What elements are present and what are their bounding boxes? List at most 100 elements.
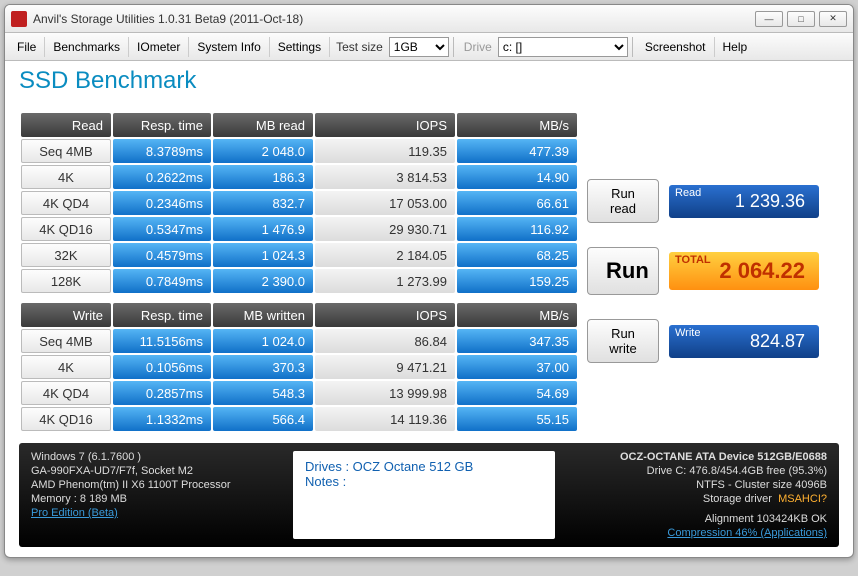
write-hdr-iops: IOPS bbox=[315, 303, 455, 327]
footer-cpu: AMD Phenom(tm) II X6 1100T Processor bbox=[31, 479, 281, 491]
cell-mb: 370.3 bbox=[213, 355, 313, 379]
cell-iops: 13 999.98 bbox=[315, 381, 455, 405]
footer-mobo: GA-990FXA-UD7/F7f, Socket M2 bbox=[31, 465, 281, 477]
table-row-label: 4K bbox=[21, 165, 111, 189]
read-score-box: Read 1 239.36 bbox=[669, 185, 819, 218]
header: SSD Benchmark bbox=[5, 61, 853, 105]
write-hdr-label: Write bbox=[21, 303, 111, 327]
write-score-value: 824.87 bbox=[683, 331, 805, 352]
window-title: Anvil's Storage Utilities 1.0.31 Beta9 (… bbox=[33, 12, 303, 26]
total-score-box: TOTAL 2 064.22 bbox=[669, 252, 819, 290]
cell-rt: 0.4579ms bbox=[113, 243, 211, 267]
write-hdr-rt: Resp. time bbox=[113, 303, 211, 327]
cell-rt: 11.5156ms bbox=[113, 329, 211, 353]
cell-iops: 17 053.00 bbox=[315, 191, 455, 215]
close-button[interactable]: ✕ bbox=[819, 11, 847, 27]
read-hdr-mbs: MB/s bbox=[457, 113, 577, 137]
footer-os: Windows 7 (6.1.7600 ) bbox=[31, 451, 281, 463]
drive-select[interactable]: c: [] bbox=[498, 37, 628, 57]
cell-mbs: 116.92 bbox=[457, 217, 577, 241]
footer-driver-line: Storage driver MSAHCI? bbox=[567, 493, 827, 505]
cell-rt: 0.1056ms bbox=[113, 355, 211, 379]
table-row-label: Seq 4MB bbox=[21, 329, 111, 353]
footer: Windows 7 (6.1.7600 ) GA-990FXA-UD7/F7f,… bbox=[19, 443, 839, 547]
write-score-box: Write 824.87 bbox=[669, 325, 819, 358]
titlebar[interactable]: Anvil's Storage Utilities 1.0.31 Beta9 (… bbox=[5, 5, 853, 33]
write-table: Write Resp. time MB written IOPS MB/s Se… bbox=[19, 301, 579, 433]
notes-notes: Notes : bbox=[305, 474, 543, 489]
table-row-label: 4K QD4 bbox=[21, 381, 111, 405]
menubar: File Benchmarks IOmeter System Info Sett… bbox=[5, 33, 853, 61]
sidebar: Run read Read 1 239.36 Run TOTAL 2 064.2… bbox=[587, 111, 819, 433]
menu-help[interactable]: Help bbox=[715, 37, 756, 57]
table-row-label: Seq 4MB bbox=[21, 139, 111, 163]
run-read-button[interactable]: Run read bbox=[587, 179, 659, 223]
cell-mbs: 55.15 bbox=[457, 407, 577, 431]
cell-mb: 1 024.0 bbox=[213, 329, 313, 353]
cell-iops: 3 814.53 bbox=[315, 165, 455, 189]
cell-iops: 86.84 bbox=[315, 329, 455, 353]
cell-rt: 8.3789ms bbox=[113, 139, 211, 163]
table-row-label: 4K QD16 bbox=[21, 217, 111, 241]
cell-mbs: 14.90 bbox=[457, 165, 577, 189]
footer-compression-link[interactable]: Compression 46% (Applications) bbox=[567, 527, 827, 539]
drive-label: Drive bbox=[458, 37, 498, 57]
footer-device: OCZ-OCTANE ATA Device 512GB/E0688 bbox=[567, 451, 827, 463]
read-hdr-iops: IOPS bbox=[315, 113, 455, 137]
write-score-label: Write bbox=[675, 327, 700, 339]
footer-align: Alignment 103424KB OK bbox=[567, 513, 827, 525]
menu-benchmarks[interactable]: Benchmarks bbox=[45, 37, 129, 57]
cell-mb: 1 476.9 bbox=[213, 217, 313, 241]
menu-settings[interactable]: Settings bbox=[270, 37, 330, 57]
menu-file[interactable]: File bbox=[9, 37, 45, 57]
table-row-label: 32K bbox=[21, 243, 111, 267]
cell-iops: 9 471.21 bbox=[315, 355, 455, 379]
content: Read Resp. time MB read IOPS MB/s Seq 4M… bbox=[5, 105, 853, 557]
run-write-button[interactable]: Run write bbox=[587, 319, 659, 363]
cell-mbs: 477.39 bbox=[457, 139, 577, 163]
cell-mb: 1 024.3 bbox=[213, 243, 313, 267]
footer-fs: NTFS - Cluster size 4096B bbox=[567, 479, 827, 491]
cell-mbs: 347.35 bbox=[457, 329, 577, 353]
menu-systeminfo[interactable]: System Info bbox=[189, 37, 269, 57]
cell-mbs: 37.00 bbox=[457, 355, 577, 379]
table-row-label: 4K QD4 bbox=[21, 191, 111, 215]
page-title: SSD Benchmark bbox=[19, 67, 839, 95]
cell-mbs: 54.69 bbox=[457, 381, 577, 405]
testsize-select[interactable]: 1GB bbox=[389, 37, 449, 57]
read-hdr-mb: MB read bbox=[213, 113, 313, 137]
read-hdr-rt: Resp. time bbox=[113, 113, 211, 137]
read-score-value: 1 239.36 bbox=[683, 191, 805, 212]
cell-mbs: 66.61 bbox=[457, 191, 577, 215]
cell-iops: 1 273.99 bbox=[315, 269, 455, 293]
notes-drives: Drives : OCZ Octane 512 GB bbox=[305, 459, 543, 474]
footer-driver-label: Storage driver bbox=[703, 493, 772, 505]
cell-iops: 29 930.71 bbox=[315, 217, 455, 241]
cell-mb: 2 048.0 bbox=[213, 139, 313, 163]
menu-iometer[interactable]: IOmeter bbox=[129, 37, 189, 57]
cell-mb: 186.3 bbox=[213, 165, 313, 189]
write-hdr-mbs: MB/s bbox=[457, 303, 577, 327]
minimize-button[interactable]: — bbox=[755, 11, 783, 27]
footer-edition-link[interactable]: Pro Edition (Beta) bbox=[31, 507, 281, 519]
table-row-label: 4K bbox=[21, 355, 111, 379]
footer-mem: Memory : 8 189 MB bbox=[31, 493, 281, 505]
total-score-label: TOTAL bbox=[675, 254, 711, 266]
footer-drivec: Drive C: 476.8/454.4GB free (95.3%) bbox=[567, 465, 827, 477]
cell-mb: 548.3 bbox=[213, 381, 313, 405]
cell-rt: 0.2622ms bbox=[113, 165, 211, 189]
cell-mbs: 159.25 bbox=[457, 269, 577, 293]
cell-rt: 1.1332ms bbox=[113, 407, 211, 431]
app-window: Anvil's Storage Utilities 1.0.31 Beta9 (… bbox=[4, 4, 854, 558]
app-icon bbox=[11, 11, 27, 27]
cell-rt: 0.2346ms bbox=[113, 191, 211, 215]
maximize-button[interactable]: □ bbox=[787, 11, 815, 27]
cell-mb: 566.4 bbox=[213, 407, 313, 431]
read-score-label: Read bbox=[675, 187, 701, 199]
menu-screenshot[interactable]: Screenshot bbox=[637, 37, 715, 57]
cell-rt: 0.7849ms bbox=[113, 269, 211, 293]
cell-mb: 832.7 bbox=[213, 191, 313, 215]
notes-box[interactable]: Drives : OCZ Octane 512 GB Notes : bbox=[293, 451, 555, 539]
run-button[interactable]: Run bbox=[587, 247, 659, 295]
cell-rt: 0.2857ms bbox=[113, 381, 211, 405]
